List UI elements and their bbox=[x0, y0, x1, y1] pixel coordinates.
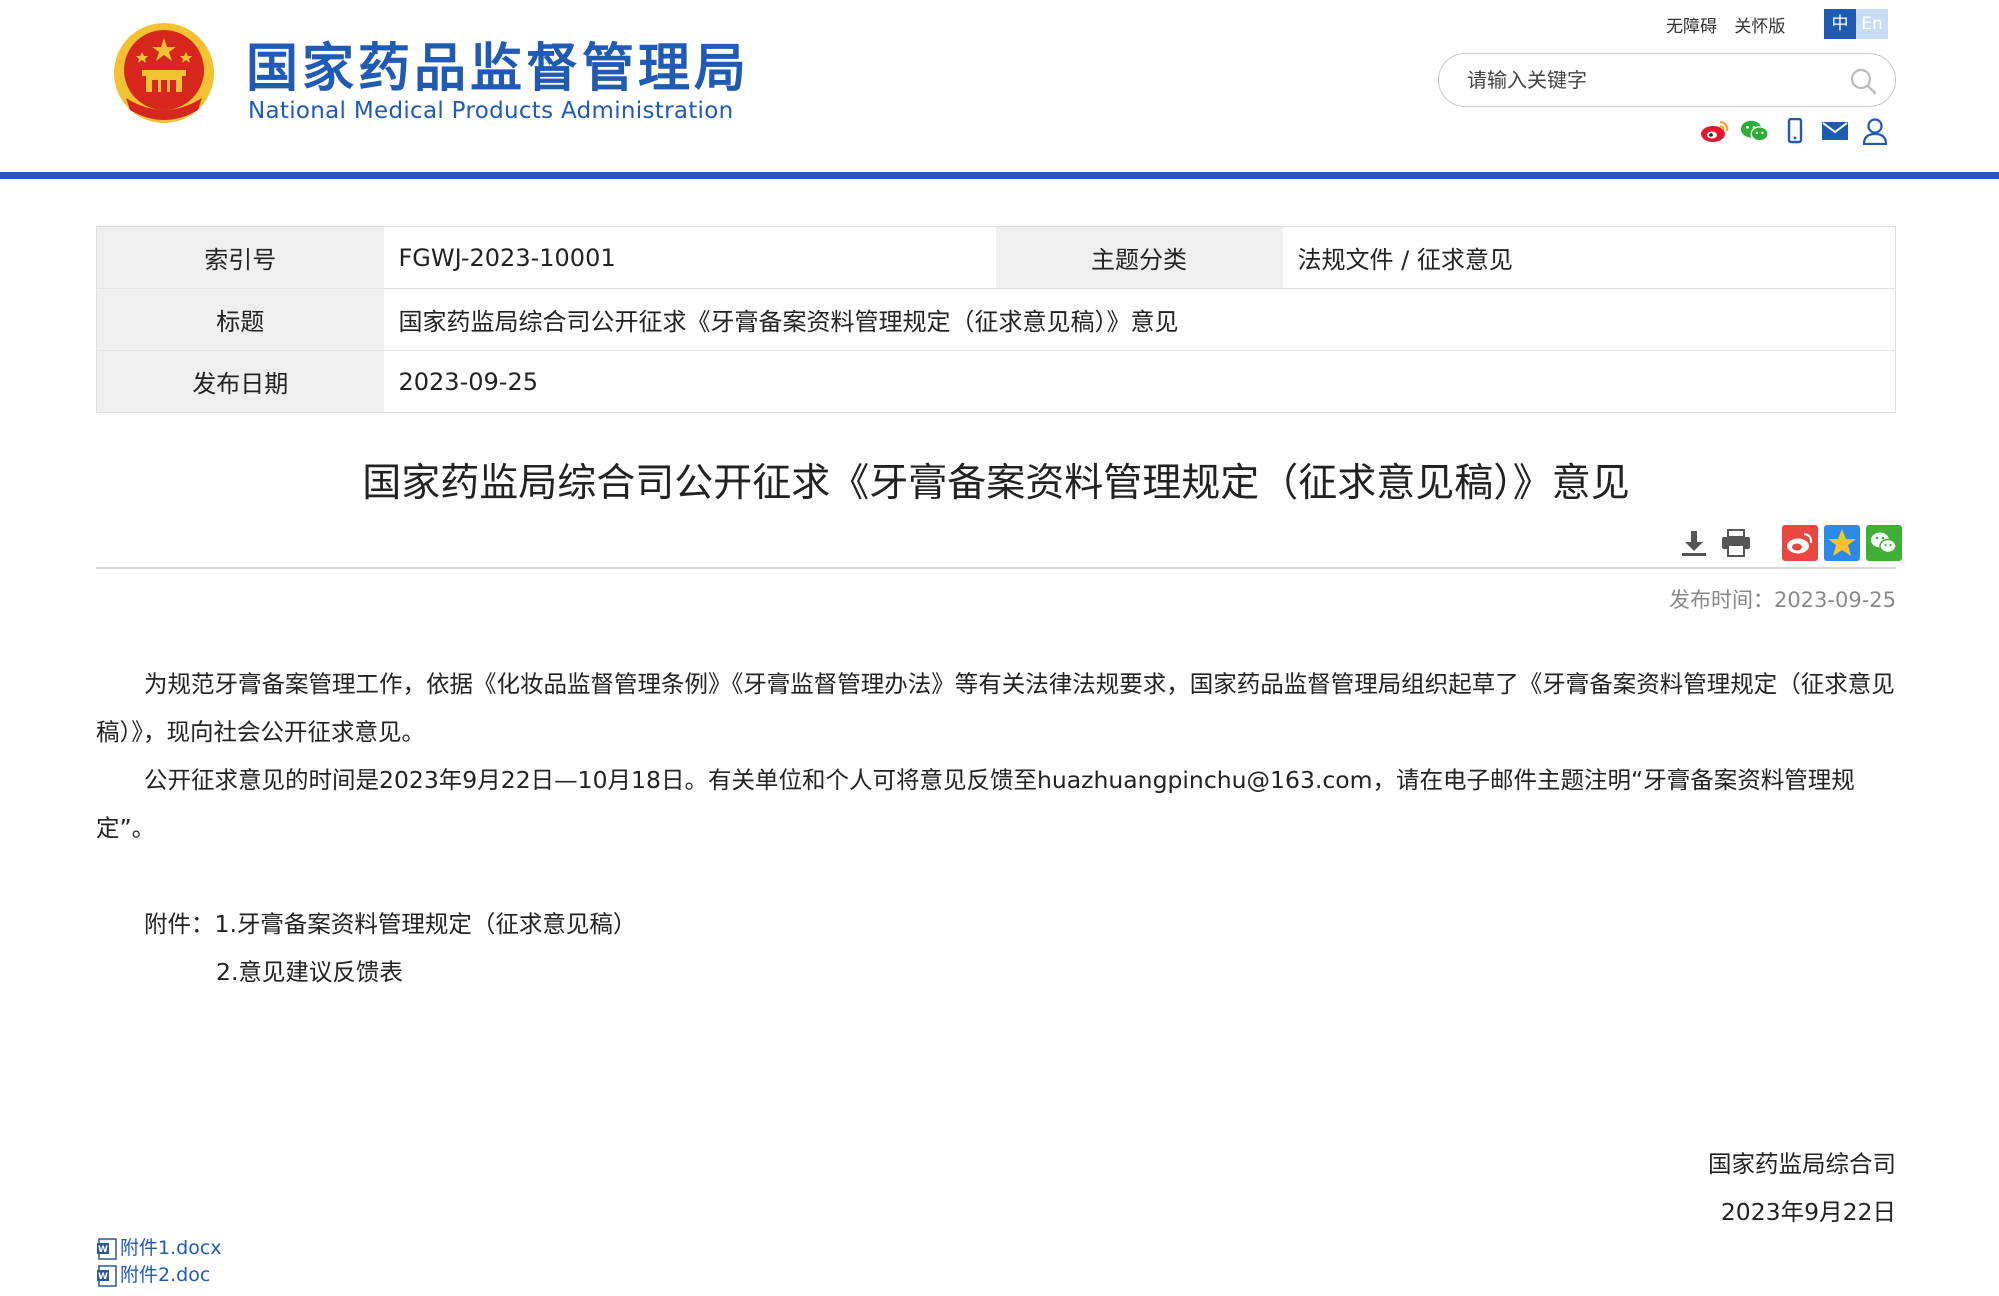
file-downloads: W 附件1.docx W 附件2.doc bbox=[96, 1235, 222, 1289]
mobile-icon[interactable] bbox=[1780, 116, 1810, 146]
word-doc-icon: W bbox=[97, 1237, 117, 1260]
index-value: FGWJ-2023-10001 bbox=[383, 226, 996, 289]
svg-text:W: W bbox=[98, 1245, 108, 1255]
search-input[interactable] bbox=[1467, 64, 1827, 96]
share-weibo-icon[interactable] bbox=[1782, 525, 1818, 561]
title-label: 标题 bbox=[96, 288, 384, 351]
date-value: 2023-09-25 bbox=[383, 350, 1896, 413]
top-links: 无障碍 关怀版 bbox=[1666, 12, 1797, 37]
lang-en-button[interactable]: En bbox=[1856, 9, 1888, 39]
article-tools bbox=[1670, 525, 1902, 561]
attachment-item-1: 1.牙膏备案资料管理规定（征求意见稿） bbox=[214, 910, 637, 938]
share-qzone-icon[interactable] bbox=[1824, 525, 1860, 561]
article-title: 国家药监局综合司公开征求《牙膏备案资料管理规定（征求意见稿）》意见 bbox=[362, 461, 1630, 506]
search-box bbox=[1438, 53, 1896, 107]
svg-text:W: W bbox=[98, 1272, 108, 1282]
file-name[interactable]: 附件1.docx bbox=[120, 1235, 222, 1262]
document-info-table: 索引号 FGWJ-2023-10001 主题分类 法规文件 / 征求意见 标题 … bbox=[96, 226, 1896, 413]
category-value: 法规文件 / 征求意见 bbox=[1282, 226, 1896, 289]
index-label: 索引号 bbox=[96, 226, 384, 289]
title-value: 国家药监局综合司公开征求《牙膏备案资料管理规定（征求意见稿）》意见 bbox=[383, 288, 1896, 351]
download-icon[interactable] bbox=[1676, 525, 1712, 561]
accessibility-link[interactable]: 无障碍 bbox=[1666, 17, 1717, 37]
word-doc-icon: W bbox=[97, 1264, 117, 1287]
paragraph: 公开征求意见的时间是2023年9月22日—10月18日。有关单位和个人可将意见反… bbox=[96, 766, 1855, 842]
title-divider bbox=[96, 567, 1896, 569]
user-icon[interactable] bbox=[1860, 116, 1890, 146]
site-header: 国家药品监督管理局 National Medical Products Admi… bbox=[0, 0, 1999, 172]
weibo-icon[interactable] bbox=[1700, 116, 1730, 146]
article-body: 为规范牙膏备案管理工作，依据《化妆品监督管理条例》《牙膏监督管理办法》等有关法律… bbox=[96, 660, 1896, 852]
file-link-1[interactable]: W 附件1.docx bbox=[96, 1235, 222, 1262]
file-link-2[interactable]: W 附件2.doc bbox=[96, 1262, 222, 1289]
mail-icon[interactable] bbox=[1820, 116, 1850, 146]
social-links bbox=[1700, 116, 1890, 146]
elderly-mode-link[interactable]: 关怀版 bbox=[1734, 17, 1785, 37]
org-name-en[interactable]: National Medical Products Administration bbox=[248, 98, 734, 124]
org-name-cn[interactable]: 国家药品监督管理局 bbox=[246, 26, 750, 101]
national-emblem-logo[interactable] bbox=[112, 18, 216, 128]
category-label: 主题分类 bbox=[995, 226, 1283, 289]
signature-org: 国家药监局综合司 bbox=[1708, 1150, 1896, 1178]
date-label: 发布日期 bbox=[96, 350, 384, 413]
publish-time: 发布时间：2023-09-25 bbox=[1668, 588, 1896, 612]
share-wechat-icon[interactable] bbox=[1866, 525, 1902, 561]
lang-zh-button[interactable]: 中 bbox=[1824, 9, 1856, 39]
file-name[interactable]: 附件2.doc bbox=[120, 1262, 210, 1289]
table-row: 发布日期 2023-09-25 bbox=[96, 350, 1896, 413]
paragraph: 为规范牙膏备案管理工作，依据《化妆品监督管理条例》《牙膏监督管理办法》等有关法律… bbox=[96, 670, 1895, 746]
search-icon[interactable] bbox=[1849, 67, 1877, 95]
signature: 国家药监局综合司 2023年9月22日 bbox=[1708, 1140, 1896, 1236]
table-row: 标题 国家药监局综合司公开征求《牙膏备案资料管理规定（征求意见稿）》意见 bbox=[96, 288, 1896, 351]
attachments-label: 附件： bbox=[144, 910, 215, 938]
wechat-icon[interactable] bbox=[1740, 116, 1770, 146]
attachment-list: 附件：1.牙膏备案资料管理规定（征求意见稿） 2.意见建议反馈表 bbox=[144, 900, 636, 996]
print-icon[interactable] bbox=[1718, 525, 1754, 561]
language-switch: 中 En bbox=[1824, 9, 1888, 39]
header-divider bbox=[0, 172, 1999, 179]
signature-date: 2023年9月22日 bbox=[1720, 1198, 1896, 1226]
attachment-item-2: 2.意见建议反馈表 bbox=[216, 958, 403, 986]
table-row: 索引号 FGWJ-2023-10001 主题分类 法规文件 / 征求意见 bbox=[96, 226, 1896, 289]
